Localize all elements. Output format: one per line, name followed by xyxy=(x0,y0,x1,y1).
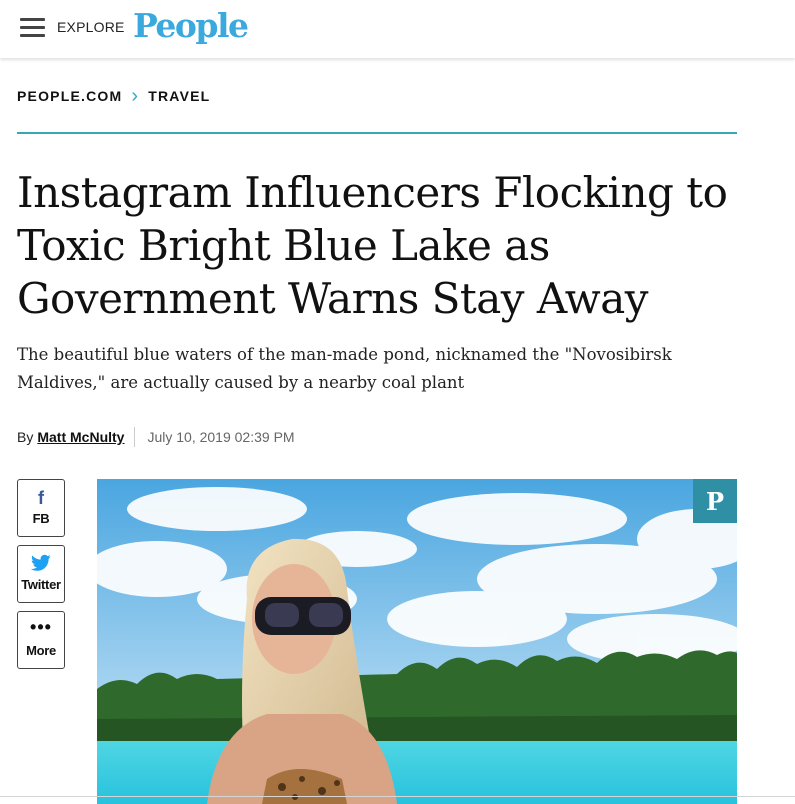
publish-date: July 10, 2019 02:39 PM xyxy=(147,429,295,445)
article-headline: Instagram Influencers Flocking to Toxic … xyxy=(17,166,737,325)
section-divider xyxy=(17,132,737,134)
dek-line: Maldives," are actually caused by a near… xyxy=(17,373,465,392)
hamburger-menu-icon[interactable] xyxy=(20,18,46,38)
pinterest-button[interactable]: P xyxy=(693,479,737,523)
ellipsis-icon: ••• xyxy=(30,617,52,637)
share-label: Twitter xyxy=(21,577,61,592)
people-logo[interactable]: People xyxy=(133,6,249,45)
headline-line: Instagram Influencers Flocking to xyxy=(17,168,728,217)
facebook-icon: f xyxy=(38,488,44,508)
explore-button[interactable]: EXPLORE xyxy=(57,19,125,35)
headline-line: Government Warns Stay Away xyxy=(17,274,649,323)
share-label: FB xyxy=(32,511,50,526)
page-bottom-divider xyxy=(0,796,795,797)
share-facebook-button[interactable]: f FB xyxy=(17,479,65,537)
byline: By Matt McNulty July 10, 2019 02:39 PM xyxy=(17,427,295,447)
share-twitter-button[interactable]: Twitter xyxy=(17,545,65,603)
pinterest-icon: P xyxy=(705,486,725,516)
breadcrumb-item-home[interactable]: PEOPLE.COM xyxy=(17,88,122,104)
twitter-icon xyxy=(18,554,64,574)
breadcrumb-item-travel[interactable]: TRAVEL xyxy=(148,88,210,104)
breadcrumb: PEOPLE.COM › TRAVEL xyxy=(17,85,210,107)
hero-image: P xyxy=(97,479,737,804)
headline-line: Toxic Bright Blue Lake as xyxy=(17,221,550,270)
article-dek: The beautiful blue waters of the man-mad… xyxy=(17,341,727,397)
dek-line: The beautiful blue waters of the man-mad… xyxy=(17,345,672,364)
share-label: More xyxy=(26,643,56,658)
byline-prefix: By xyxy=(17,429,34,445)
byline-divider xyxy=(134,427,136,447)
share-more-button[interactable]: ••• More xyxy=(17,611,65,669)
chevron-right-icon: › xyxy=(131,85,140,107)
author-link[interactable]: Matt McNulty xyxy=(37,429,124,445)
top-nav: EXPLORE People xyxy=(0,0,795,58)
lake-photo-illustration xyxy=(97,479,737,804)
